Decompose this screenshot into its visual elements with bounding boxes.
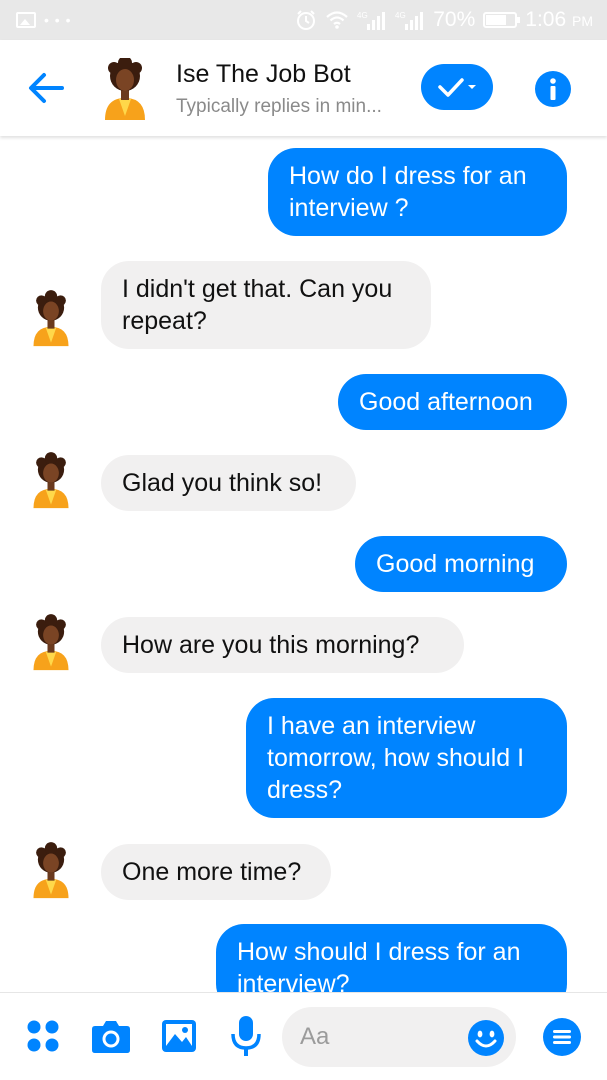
- battery-percent: 70%: [433, 8, 476, 31]
- avatar-figure: [105, 58, 145, 120]
- incoming-message[interactable]: One more time?: [101, 844, 331, 900]
- status-bar: • • • 4G 4G 70% 1:06 PM: [0, 0, 607, 40]
- clock: 1:06 PM: [525, 8, 593, 32]
- info-icon[interactable]: [534, 70, 572, 108]
- conversation-title[interactable]: Ise The Job Bot: [176, 60, 351, 89]
- signal-2-icon: 4G: [395, 11, 424, 30]
- bot-avatar[interactable]: [30, 290, 72, 348]
- bot-avatar[interactable]: [30, 452, 72, 510]
- outgoing-message[interactable]: How do I dress for an interview ?: [268, 148, 567, 236]
- message-list[interactable]: How do I dress for an interview ? I didn…: [0, 136, 607, 992]
- outgoing-message[interactable]: Good afternoon: [338, 374, 567, 430]
- signal-2-label: 4G: [395, 11, 406, 20]
- four-dots-icon[interactable]: [26, 1019, 60, 1053]
- check-dropdown-icon: [438, 78, 476, 97]
- message-composer: Aa: [0, 992, 607, 1080]
- alarm-icon: [297, 10, 316, 30]
- incoming-message[interactable]: How are you this morning?: [101, 617, 464, 673]
- menu-icon[interactable]: [542, 1017, 582, 1057]
- outgoing-message[interactable]: Good morning: [355, 536, 567, 592]
- gallery-notification-icon: [16, 12, 36, 28]
- check-dropdown-button[interactable]: [421, 64, 493, 110]
- microphone-icon[interactable]: [230, 1015, 262, 1057]
- signal-1-icon: 4G: [357, 11, 386, 30]
- bot-avatar[interactable]: [101, 58, 149, 120]
- more-notifications-icon: • • •: [44, 12, 72, 28]
- camera-icon[interactable]: [91, 1018, 131, 1054]
- messenger-app: • • • 4G 4G 70% 1:06 PM Ise The Job Bot …: [0, 0, 607, 1080]
- battery-icon: [483, 12, 521, 28]
- conversation-header: Ise The Job Bot Typically replies in min…: [0, 40, 607, 136]
- clock-ampm: PM: [572, 13, 593, 29]
- smiley-icon[interactable]: [467, 1019, 505, 1057]
- signal-1-label: 4G: [357, 11, 368, 20]
- image-icon[interactable]: [161, 1019, 197, 1053]
- message-input-placeholder: Aa: [300, 1023, 330, 1050]
- incoming-message[interactable]: I didn't get that. Can you repeat?: [101, 261, 431, 349]
- clock-time: 1:06: [525, 8, 567, 31]
- incoming-message[interactable]: Glad you think so!: [101, 455, 356, 511]
- back-arrow-icon[interactable]: [26, 68, 66, 108]
- outgoing-message[interactable]: How should I dress for an interview?: [216, 924, 567, 992]
- bot-avatar[interactable]: [30, 614, 72, 672]
- conversation-subtitle: Typically replies in min...: [176, 96, 382, 117]
- bot-avatar[interactable]: [30, 842, 72, 900]
- wifi-icon: [326, 11, 348, 29]
- outgoing-message[interactable]: I have an interview tomorrow, how should…: [246, 698, 567, 818]
